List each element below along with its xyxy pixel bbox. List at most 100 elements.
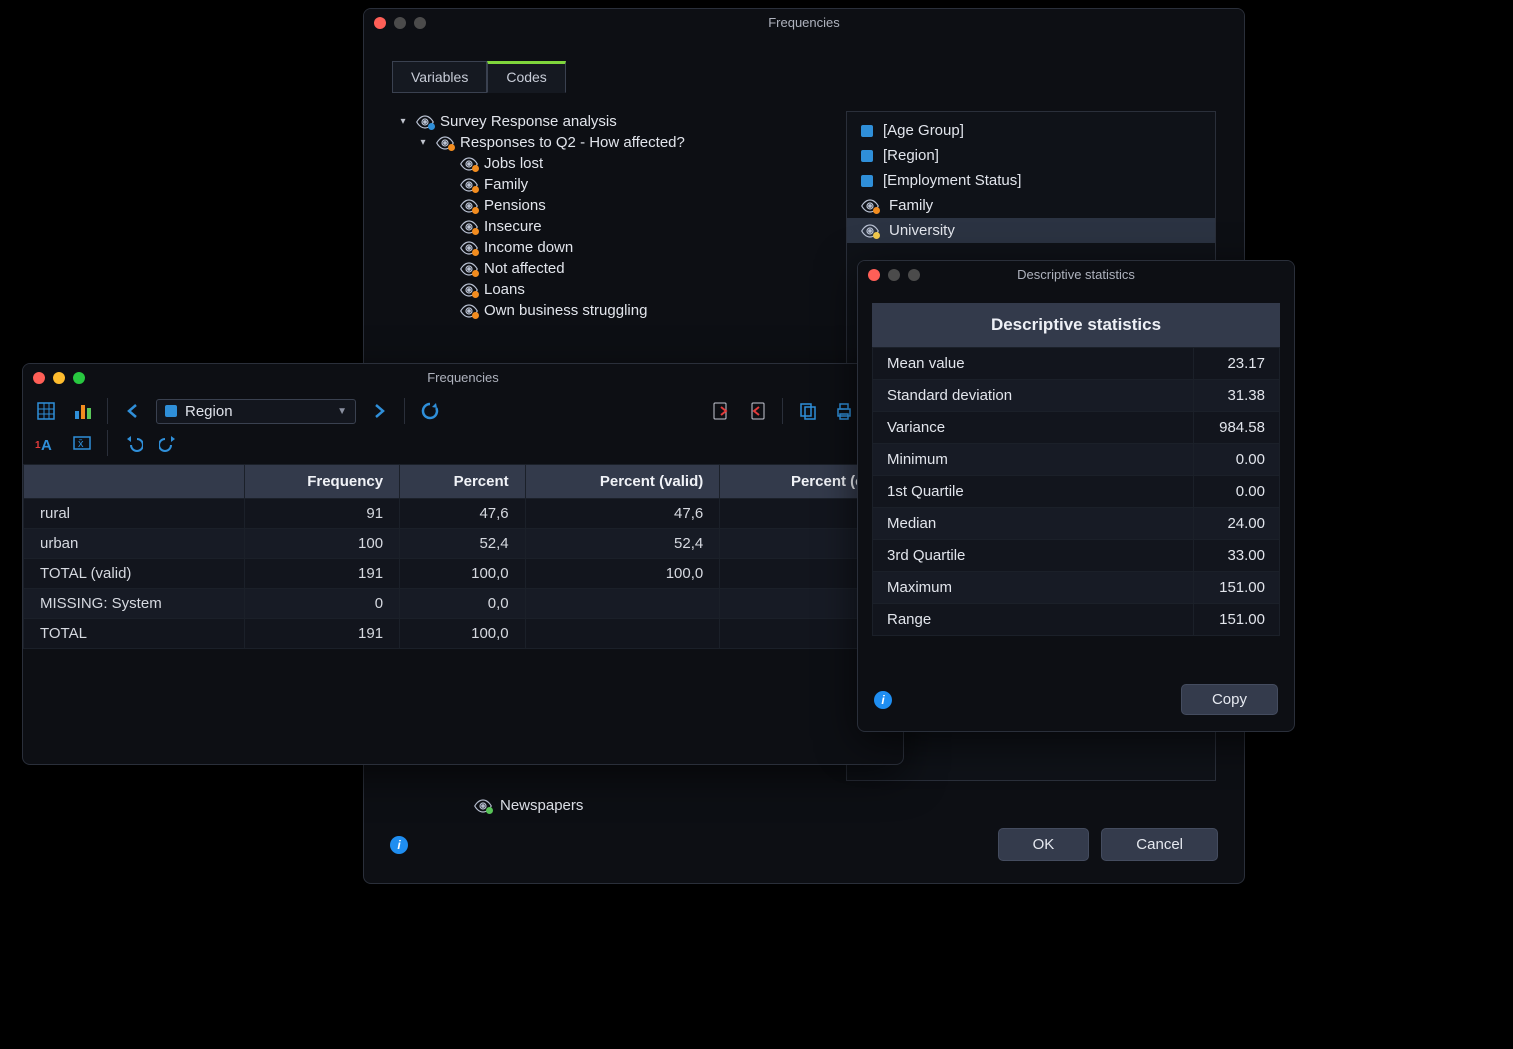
list-item-variable[interactable]: [Employment Status] <box>847 168 1215 193</box>
code-icon <box>474 799 492 813</box>
undo-icon[interactable] <box>120 430 146 456</box>
stats-table: Mean value 23.17 Standard deviation 31.3… <box>872 347 1280 636</box>
frequency-table[interactable]: FrequencyPercentPercent (valid)Percent (… <box>23 464 903 649</box>
arrow-left-icon[interactable] <box>120 398 146 424</box>
tree-item[interactable]: Not affected <box>392 258 828 279</box>
titlebar: Frequencies <box>23 364 903 392</box>
refresh-icon[interactable] <box>417 398 443 424</box>
table-cell: 52,4 <box>400 529 526 559</box>
collapse-icon[interactable]: ▾ <box>416 137 430 148</box>
table-cell: TOTAL (valid) <box>24 559 245 589</box>
code-icon <box>861 224 879 238</box>
table-header[interactable]: Percent <box>400 465 526 499</box>
tree-item[interactable]: Pensions <box>392 195 828 216</box>
close-icon[interactable] <box>33 372 45 384</box>
table-header-row: FrequencyPercentPercent (valid)Percent (… <box>24 465 903 499</box>
tree-item-root[interactable]: ▾ Survey Response analysis <box>392 111 828 132</box>
titlebar: Frequencies <box>364 9 1244 37</box>
minimize-icon[interactable] <box>53 372 65 384</box>
stat-value: 0.00 <box>1194 444 1280 476</box>
copy-icon[interactable] <box>795 398 821 424</box>
table-cell <box>525 619 720 649</box>
table-view-icon[interactable] <box>33 398 59 424</box>
table-row[interactable]: TOTAL (valid) 191 100,0 100,0 <box>24 559 903 589</box>
tree-item-label: Insecure <box>484 218 542 235</box>
table-row: Median 24.00 <box>873 508 1280 540</box>
code-icon <box>460 199 478 213</box>
close-icon[interactable] <box>374 17 386 29</box>
copy-button[interactable]: Copy <box>1181 684 1278 715</box>
stat-value: 31.38 <box>1194 380 1280 412</box>
tree-item[interactable]: Family <box>392 174 828 195</box>
stat-label: Variance <box>873 412 1194 444</box>
stat-value: 984.58 <box>1194 412 1280 444</box>
ok-button[interactable]: OK <box>998 828 1090 861</box>
tree-item[interactable]: Own business struggling <box>392 300 828 321</box>
stat-label: Maximum <box>873 572 1194 604</box>
redo-icon[interactable] <box>156 430 182 456</box>
window-controls <box>33 372 85 384</box>
print-icon[interactable] <box>831 398 857 424</box>
table-row: Mean value 23.17 <box>873 348 1280 380</box>
table-row[interactable]: MISSING: System 0 0,0 <box>24 589 903 619</box>
table-cell: 191 <box>244 619 399 649</box>
window-controls <box>868 269 920 281</box>
table-header[interactable] <box>24 465 245 499</box>
info-icon[interactable]: i <box>874 691 892 709</box>
minimize-icon[interactable] <box>888 269 900 281</box>
table-cell: MISSING: System <box>24 589 245 619</box>
list-item-code[interactable]: University <box>847 218 1215 243</box>
tree-item[interactable]: Jobs lost <box>392 153 828 174</box>
cancel-button[interactable]: Cancel <box>1101 828 1218 861</box>
format-text-icon[interactable]: 1A <box>33 430 59 456</box>
arrow-right-icon[interactable] <box>366 398 392 424</box>
variable-icon <box>861 150 873 162</box>
tree-item[interactable]: Insecure <box>392 216 828 237</box>
tree-item-parent[interactable]: ▾ Responses to Q2 - How affected? <box>392 132 828 153</box>
window-title: Frequencies <box>364 15 1244 30</box>
close-icon[interactable] <box>868 269 880 281</box>
table-cell: 100,0 <box>525 559 720 589</box>
code-icon <box>460 241 478 255</box>
tree-item-label: Pensions <box>484 197 546 214</box>
export-icon[interactable] <box>744 398 770 424</box>
table-cell <box>525 589 720 619</box>
list-item-label: University <box>889 222 955 239</box>
tree-item[interactable]: Newspapers <box>364 797 1244 814</box>
table-cell: 0 <box>244 589 399 619</box>
table-header[interactable]: Percent (valid) <box>525 465 720 499</box>
table-row: Variance 984.58 <box>873 412 1280 444</box>
tab-codes[interactable]: Codes <box>487 61 565 93</box>
import-icon[interactable] <box>708 398 734 424</box>
tree-item-label: Loans <box>484 281 525 298</box>
variable-color-icon <box>165 405 177 417</box>
code-icon <box>416 115 434 129</box>
stats-icon[interactable]: x̄ <box>69 430 95 456</box>
list-item-variable[interactable]: [Region] <box>847 143 1215 168</box>
tree-item[interactable]: Loans <box>392 279 828 300</box>
tab-variables[interactable]: Variables <box>392 61 487 93</box>
table-row[interactable]: rural 91 47,6 47,6 <box>24 499 903 529</box>
info-icon[interactable]: i <box>390 836 408 854</box>
chart-view-icon[interactable] <box>69 398 95 424</box>
frequencies-result-window: Frequencies Region ▼ <box>22 363 904 765</box>
collapse-icon[interactable]: ▾ <box>396 116 410 127</box>
svg-text:A: A <box>41 437 52 453</box>
list-item-variable[interactable]: [Age Group] <box>847 118 1215 143</box>
stat-value: 24.00 <box>1194 508 1280 540</box>
table-header[interactable]: Frequency <box>244 465 399 499</box>
list-item-code[interactable]: Family <box>847 193 1215 218</box>
table-row: Minimum 0.00 <box>873 444 1280 476</box>
variable-icon <box>861 125 873 137</box>
variable-select[interactable]: Region ▼ <box>156 399 356 424</box>
table-row[interactable]: TOTAL 191 100,0 <box>24 619 903 649</box>
table-row[interactable]: urban 100 52,4 52,4 <box>24 529 903 559</box>
stat-value: 151.00 <box>1194 604 1280 636</box>
minimize-icon[interactable] <box>394 17 406 29</box>
toolbar: Region ▼ <box>23 392 903 430</box>
maximize-icon[interactable] <box>908 269 920 281</box>
maximize-icon[interactable] <box>73 372 85 384</box>
code-icon <box>861 199 879 213</box>
tree-item[interactable]: Income down <box>392 237 828 258</box>
maximize-icon[interactable] <box>414 17 426 29</box>
